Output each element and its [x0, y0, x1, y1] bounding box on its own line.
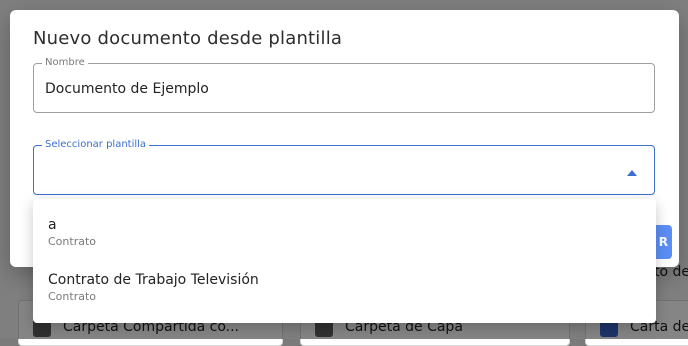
template-dropdown-menu: a Contrato Contrato de Trabajo Televisió…: [33, 199, 656, 323]
template-option[interactable]: Contrato de Trabajo Televisión Contrato: [33, 270, 656, 322]
template-option-subtitle: Contrato: [48, 290, 97, 303]
template-option[interactable]: a Contrato: [33, 215, 656, 267]
name-field-value[interactable]: Documento de Ejemplo: [45, 81, 209, 97]
dialog-title: Nuevo documento desde plantilla: [33, 28, 343, 49]
template-option-subtitle: Contrato: [48, 235, 97, 248]
template-option-title: Contrato de Trabajo Televisión: [48, 272, 259, 288]
template-select-label: Seleccionar plantilla: [42, 139, 150, 151]
name-field[interactable]: Nombre Documento de Ejemplo: [33, 57, 655, 113]
name-field-label: Nombre: [42, 57, 88, 69]
template-option-title: a: [48, 217, 57, 233]
caret-up-icon[interactable]: [627, 170, 637, 176]
template-select[interactable]: Seleccionar plantilla: [33, 139, 655, 195]
